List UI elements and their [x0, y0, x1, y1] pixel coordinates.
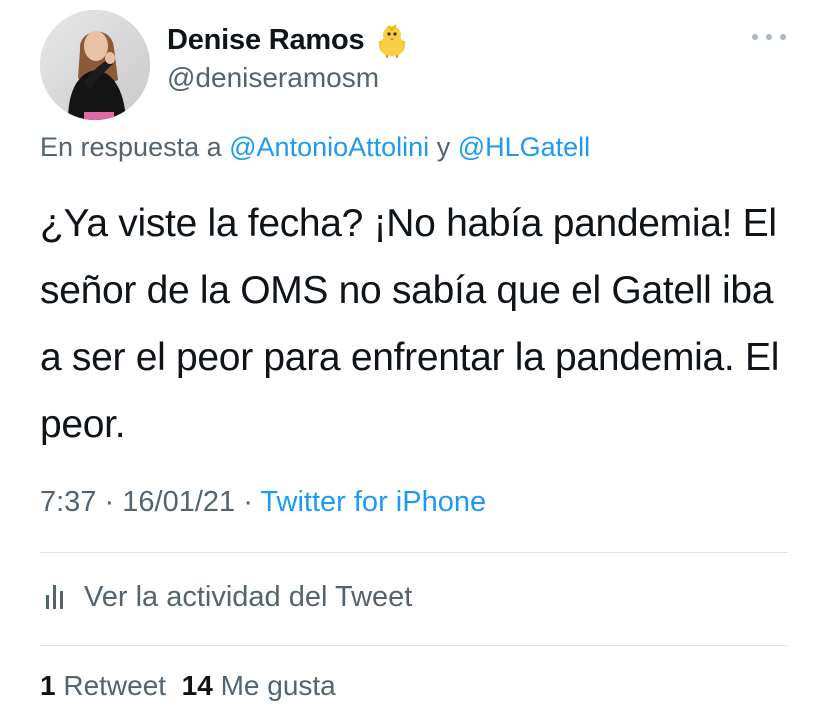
meta-separator: · — [104, 486, 115, 518]
tweet-text: ¿Ya viste la fecha? ¡No había pandemia! … — [40, 202, 780, 446]
author-handle[interactable]: @deniseramosm — [167, 62, 379, 94]
display-name[interactable]: Denise Ramos — [167, 24, 365, 57]
tweet-detail: Denise Ramos @deniseramosm En respuesta … — [0, 0, 828, 725]
divider — [40, 645, 788, 646]
reply-prefix: En respuesta a — [40, 132, 222, 162]
mention-link[interactable]: @AntonioAttolini — [229, 132, 429, 162]
tweet-stats: 1 Retweet 14 Me gusta — [40, 670, 336, 702]
divider — [40, 552, 788, 553]
tweet-date[interactable]: 16/01/21 — [122, 486, 235, 518]
retweets-label: Retweet — [63, 670, 167, 701]
likes-stat[interactable]: 14 Me gusta — [182, 670, 336, 701]
baby-chick-icon — [374, 22, 410, 58]
tweet-source[interactable]: Twitter for iPhone — [260, 486, 486, 518]
retweets-count: 1 — [40, 670, 56, 701]
retweets-stat[interactable]: 1 Retweet — [40, 670, 166, 701]
tweet-time[interactable]: 7:37 — [40, 486, 96, 518]
activity-label[interactable]: Ver la actividad del Tweet — [84, 581, 412, 614]
meta-separator: · — [243, 486, 253, 518]
likes-label: Me gusta — [220, 670, 336, 701]
reply-context: En respuesta a @AntonioAttolini y @HLGat… — [40, 132, 590, 163]
avatar[interactable] — [40, 10, 150, 120]
more-icon[interactable] — [752, 28, 786, 46]
reply-conjunction: y — [436, 132, 451, 162]
tweet-activity-button[interactable]: Ver la actividad del Tweet — [40, 575, 412, 619]
mention-link[interactable]: @HLGatell — [458, 132, 590, 162]
tweet-metadata: 7:37 · 16/01/21 · Twitter for iPhone — [40, 486, 486, 519]
likes-count: 14 — [181, 670, 213, 701]
analytics-icon — [44, 583, 70, 611]
author-name-row[interactable]: Denise Ramos — [167, 20, 410, 60]
